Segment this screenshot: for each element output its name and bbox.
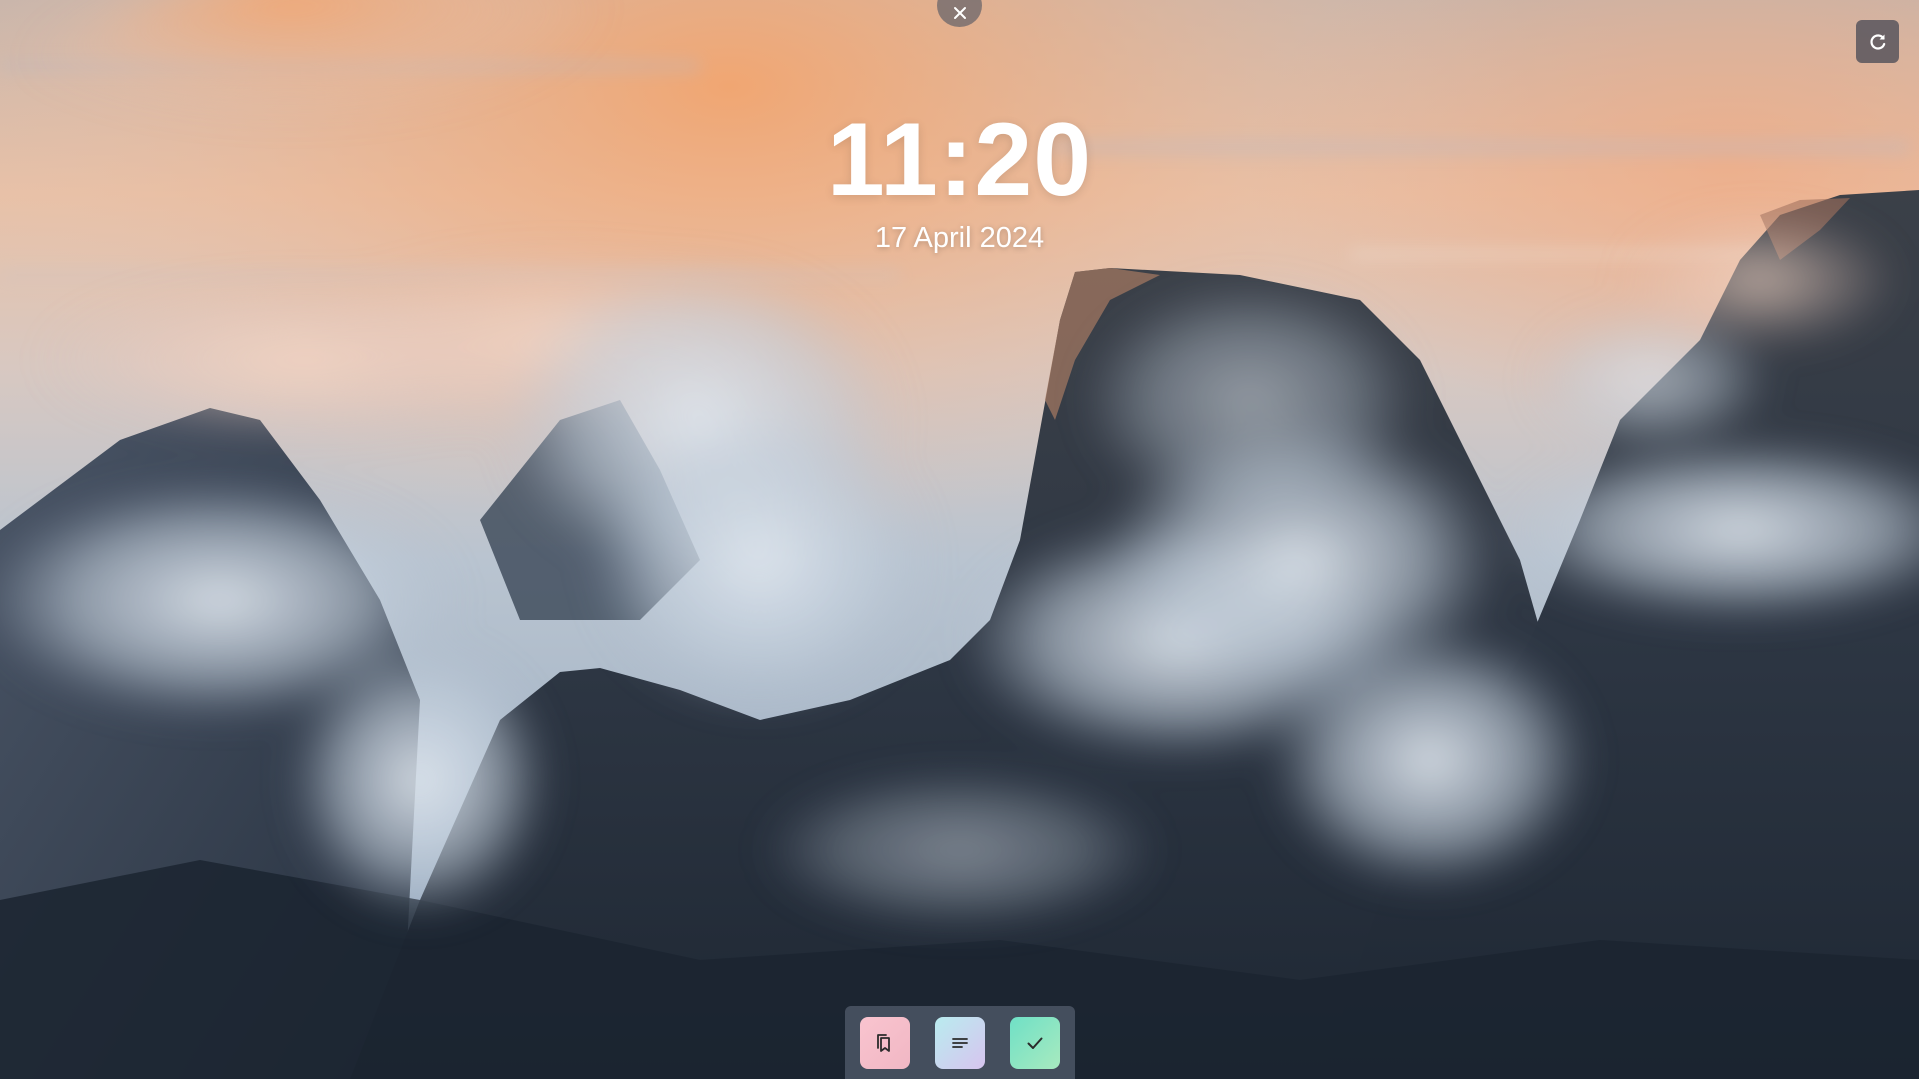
close-icon (953, 6, 966, 19)
checkmark-icon (1027, 1037, 1043, 1049)
bookmarks-icon (877, 1033, 890, 1052)
refresh-wallpaper-button[interactable] (1856, 20, 1899, 63)
todos-button[interactable] (1010, 1016, 1060, 1069)
new-tab-screen: 11:20 17 April 2024 (0, 0, 1919, 1079)
notes-lines-icon (952, 1037, 968, 1048)
clock-date: 17 April 2024 (874, 222, 1045, 254)
refresh-icon (1869, 33, 1885, 50)
clock-time: 11:20 (826, 102, 1093, 218)
bookmarks-button[interactable] (860, 1016, 910, 1069)
notes-button[interactable] (935, 1016, 985, 1069)
dock (845, 1006, 1075, 1079)
